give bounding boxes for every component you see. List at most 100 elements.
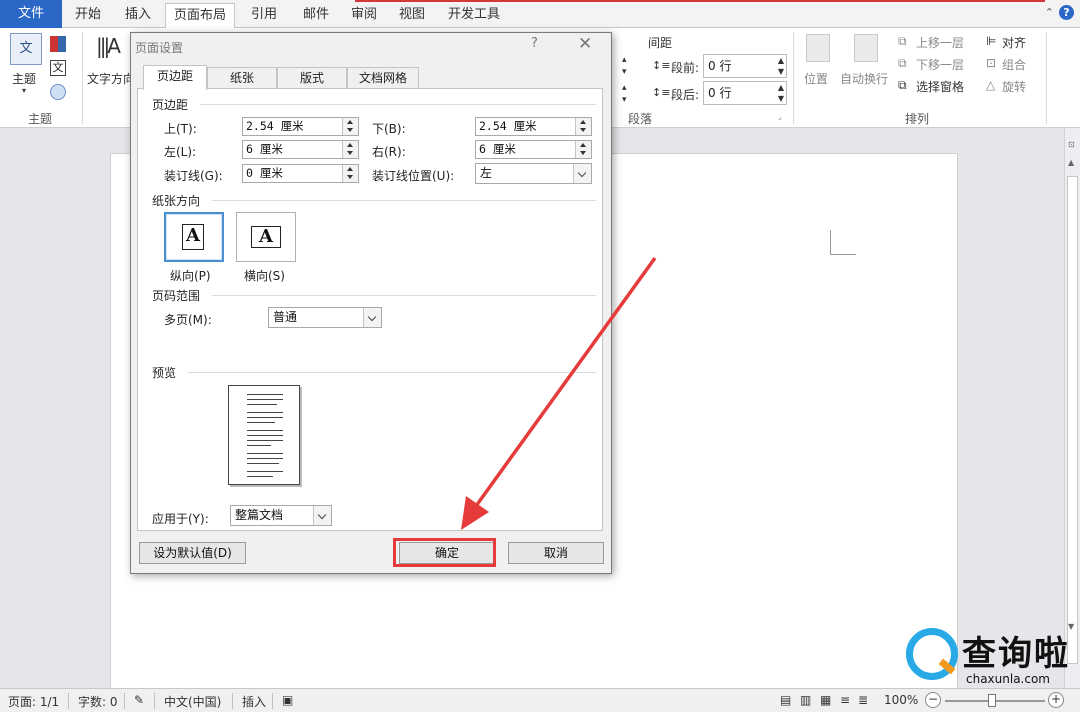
- tab-file[interactable]: 文件: [0, 0, 62, 28]
- align-label[interactable]: 对齐: [1002, 34, 1026, 51]
- zoom-slider-thumb[interactable]: [988, 694, 996, 707]
- reading-view-icon[interactable]: ▥: [800, 693, 811, 707]
- ribbon-collapse-icon[interactable]: ⌃: [1045, 6, 1054, 19]
- theme-colors-icon[interactable]: [50, 36, 66, 52]
- chevron-down-icon[interactable]: [573, 164, 591, 183]
- tab-review[interactable]: 审阅: [342, 3, 386, 28]
- theme-icon[interactable]: 文: [10, 33, 42, 65]
- dialog-close-icon[interactable]: ✕: [578, 34, 592, 54]
- left-margin-input[interactable]: 6 厘米: [242, 140, 359, 159]
- landscape-label[interactable]: 横向(S): [244, 267, 285, 284]
- paragraph-launcher-icon[interactable]: ⌟: [778, 112, 782, 121]
- tab-references[interactable]: 引用: [242, 3, 286, 28]
- status-mode[interactable]: 插入: [242, 693, 266, 710]
- scroll-thumb[interactable]: [1067, 176, 1078, 664]
- position-label[interactable]: 位置: [804, 70, 828, 87]
- chevron-down-icon[interactable]: [363, 308, 381, 327]
- send-backward-icon[interactable]: ⧉: [898, 56, 907, 71]
- gutter-label: 装订线(G):: [164, 169, 223, 183]
- multiple-pages-select[interactable]: 普通: [268, 307, 382, 328]
- ruler-toggle-icon[interactable]: ⊡: [1068, 140, 1075, 149]
- spinner-arrows[interactable]: ▲ ▼: [778, 82, 784, 104]
- theme-fonts-icon[interactable]: 文: [50, 60, 66, 76]
- proofing-icon[interactable]: ✎: [134, 693, 144, 707]
- bring-forward-label[interactable]: 上移一层: [916, 34, 964, 51]
- tab-paper[interactable]: 纸张: [207, 67, 277, 89]
- preview-line: [247, 399, 283, 400]
- gutter-input[interactable]: 0 厘米: [242, 164, 359, 183]
- bring-forward-icon[interactable]: ⧉: [898, 34, 907, 49]
- ribbon-separator: [82, 32, 83, 124]
- tab-layout[interactable]: 版式: [277, 67, 347, 89]
- right-margin-input[interactable]: 6 厘米: [475, 140, 592, 159]
- preview-line: [247, 422, 275, 423]
- tab-document-grid[interactable]: 文档网格: [347, 67, 419, 89]
- indent-spinner-arrows[interactable]: ▴ ▾: [622, 54, 627, 78]
- gutter-position-value: 左: [480, 166, 493, 180]
- themes-button-label[interactable]: 主题: [12, 70, 36, 87]
- macro-record-icon[interactable]: ▣: [282, 693, 293, 707]
- bottom-margin-spinner[interactable]: [575, 118, 591, 135]
- themes-dropdown-icon[interactable]: ▾: [22, 86, 26, 95]
- top-margin-input[interactable]: 2.54 厘米: [242, 117, 359, 136]
- dialog-help-icon[interactable]: ?: [531, 36, 538, 51]
- gutter-spinner[interactable]: [342, 165, 358, 182]
- text-direction-label[interactable]: 文字方向: [87, 70, 135, 87]
- theme-effects-icon[interactable]: [50, 84, 66, 100]
- landscape-button[interactable]: A: [236, 212, 296, 262]
- spacing-after-input[interactable]: 0 行 ▲ ▼: [703, 81, 787, 105]
- outline-view-icon[interactable]: ≡: [840, 693, 850, 707]
- top-margin-spinner[interactable]: [342, 118, 358, 135]
- print-layout-icon[interactable]: ▤: [780, 693, 791, 707]
- left-margin-spinner[interactable]: [342, 141, 358, 158]
- right-margin-spinner[interactable]: [575, 141, 591, 158]
- bottom-margin-input[interactable]: 2.54 厘米: [475, 117, 592, 136]
- preview-line: [247, 440, 283, 441]
- rotate-icon[interactable]: △: [986, 78, 995, 92]
- status-words[interactable]: 字数: 0: [78, 693, 118, 710]
- zoom-out-icon[interactable]: −: [925, 692, 941, 708]
- text-direction-icon[interactable]: |||A: [96, 34, 121, 58]
- draft-view-icon[interactable]: ≣: [858, 693, 868, 707]
- vertical-scrollbar[interactable]: ⊡ ▲ ▼: [1064, 128, 1080, 688]
- tab-insert[interactable]: 插入: [116, 3, 160, 28]
- scroll-up-icon[interactable]: ▲: [1068, 158, 1074, 167]
- bottom-margin-label: 下(B):: [372, 122, 406, 136]
- indent-spinner-arrows-2[interactable]: ▴ ▾: [622, 82, 627, 106]
- selection-pane-icon[interactable]: ⧉: [898, 78, 907, 93]
- zoom-level[interactable]: 100%: [884, 693, 918, 707]
- zoom-in-icon[interactable]: +: [1048, 692, 1064, 708]
- status-language[interactable]: 中文(中国): [164, 693, 221, 710]
- tab-developer[interactable]: 开发工具: [440, 3, 508, 28]
- gutter-position-select[interactable]: 左: [475, 163, 592, 184]
- apply-to-select[interactable]: 整篇文档: [230, 505, 332, 526]
- position-icon[interactable]: [806, 34, 830, 62]
- group-label[interactable]: 组合: [1002, 56, 1026, 73]
- set-default-button[interactable]: 设为默认值(D): [139, 542, 246, 564]
- wrap-text-label[interactable]: 自动换行: [840, 70, 888, 87]
- portrait-button[interactable]: A: [164, 212, 224, 262]
- portrait-label[interactable]: 纵向(P): [170, 267, 211, 284]
- web-layout-icon[interactable]: ▦: [820, 693, 831, 707]
- status-page[interactable]: 页面: 1/1: [8, 693, 59, 710]
- tab-page-layout[interactable]: 页面布局: [165, 3, 235, 29]
- arrange-group-label: 排列: [905, 112, 930, 126]
- tab-margins[interactable]: 页边距: [143, 65, 207, 90]
- spinner-arrows[interactable]: ▲ ▼: [778, 55, 784, 77]
- tab-view[interactable]: 视图: [390, 3, 434, 28]
- status-separator: [68, 693, 69, 709]
- rotate-label[interactable]: 旋转: [1002, 78, 1026, 95]
- chevron-down-icon[interactable]: [313, 506, 331, 525]
- cancel-button[interactable]: 取消: [508, 542, 604, 564]
- tab-mailings[interactable]: 邮件: [294, 3, 338, 28]
- help-icon[interactable]: ?: [1059, 5, 1074, 20]
- send-backward-label[interactable]: 下移一层: [916, 56, 964, 73]
- ok-button[interactable]: 确定: [399, 542, 495, 564]
- wrap-text-icon[interactable]: [854, 34, 878, 62]
- group-icon[interactable]: ⊡: [986, 56, 996, 70]
- spacing-after-label: 段后:: [671, 88, 700, 102]
- spacing-before-input[interactable]: 0 行 ▲ ▼: [703, 54, 787, 78]
- selection-pane-label[interactable]: 选择窗格: [916, 78, 964, 95]
- tab-home[interactable]: 开始: [66, 3, 110, 28]
- align-icon[interactable]: ⊫: [986, 34, 996, 48]
